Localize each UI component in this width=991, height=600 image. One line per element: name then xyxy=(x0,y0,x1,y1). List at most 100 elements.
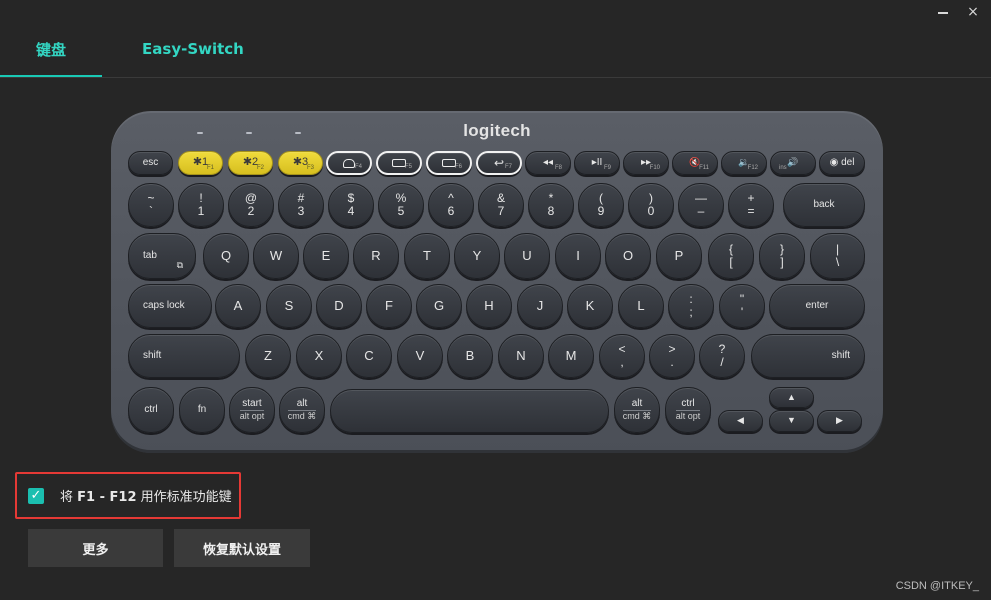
key-t[interactable]: T xyxy=(404,233,450,279)
key-space[interactable] xyxy=(330,389,609,433)
key-f8[interactable]: ◂◂ F8 xyxy=(525,151,571,175)
key-tilde[interactable]: ~ ` xyxy=(128,183,174,227)
key-v[interactable]: V xyxy=(397,334,443,378)
key-backslash[interactable]: | \ xyxy=(810,233,865,279)
key-f4[interactable]: F4 xyxy=(326,151,372,175)
key-period[interactable]: >. xyxy=(649,334,695,378)
key-shift-label: shift xyxy=(143,349,162,361)
fkeys-option-label[interactable]: 将 F1 - F12 用作标准功能键 xyxy=(60,486,232,505)
key-f9[interactable]: ▸II F9 xyxy=(574,151,620,175)
key-j[interactable]: J xyxy=(517,284,563,328)
key-semicolon[interactable]: :; xyxy=(668,284,714,328)
key-arrow-up[interactable]: ▲ xyxy=(769,387,814,408)
key-7[interactable]: & 7 xyxy=(478,183,524,227)
key-arrow-left[interactable]: ◀ xyxy=(718,410,763,432)
key-esc[interactable]: esc xyxy=(128,151,173,175)
key-b[interactable]: B xyxy=(447,334,493,378)
key-l[interactable]: L xyxy=(618,284,664,328)
key-w[interactable]: W xyxy=(253,233,299,279)
key-alt-left[interactable]: alt cmd ⌘ xyxy=(279,387,325,433)
key-g[interactable]: G xyxy=(416,284,462,328)
key-f[interactable]: F xyxy=(366,284,412,328)
key-o[interactable]: O xyxy=(605,233,651,279)
fkeys-checkbox[interactable]: ✓ xyxy=(28,487,44,504)
key-n[interactable]: N xyxy=(498,334,544,378)
key-fn[interactable]: fn xyxy=(179,387,225,433)
key-alt-sub: cmd ⌘ xyxy=(287,410,317,422)
key-ctrl-right[interactable]: ctrl alt opt xyxy=(665,387,711,433)
key-down: 7 xyxy=(497,204,505,218)
key-comma[interactable]: <, xyxy=(599,334,645,378)
key-f7[interactable]: ↩ F7 xyxy=(476,151,522,175)
key-r[interactable]: R xyxy=(353,233,399,279)
key-bracket-right[interactable]: }] xyxy=(759,233,805,279)
key-s[interactable]: S xyxy=(266,284,312,328)
key-bt3[interactable]: ✱3 F3 xyxy=(278,151,323,175)
key-caps-lock[interactable]: caps lock xyxy=(128,284,212,328)
key-down: 1 xyxy=(197,204,205,218)
key-letter: W xyxy=(269,248,283,264)
key-alt-right[interactable]: alt cmd ⌘ xyxy=(614,387,660,433)
key-y[interactable]: Y xyxy=(454,233,500,279)
key-z[interactable]: Z xyxy=(245,334,291,378)
key-equals[interactable]: + = xyxy=(728,183,774,227)
key-ins[interactable]: 🔊 ins xyxy=(770,151,816,175)
minimize-icon[interactable] xyxy=(935,4,951,20)
key-back[interactable]: back xyxy=(783,183,865,227)
key-x[interactable]: X xyxy=(296,334,342,378)
tab-bar: 键盘 Easy-Switch xyxy=(0,20,284,78)
key-letter: K xyxy=(585,298,595,314)
key-f6[interactable]: F6 xyxy=(426,151,472,175)
key-c[interactable]: C xyxy=(346,334,392,378)
key-h[interactable]: H xyxy=(466,284,512,328)
key-u[interactable]: U xyxy=(504,233,550,279)
key-shift-right[interactable]: shift xyxy=(751,334,865,378)
key-0[interactable]: ) 0 xyxy=(628,183,674,227)
key-e[interactable]: E xyxy=(303,233,349,279)
key-f12[interactable]: 🔉 F12 xyxy=(721,151,767,175)
key-enter[interactable]: enter xyxy=(769,284,865,328)
key-6[interactable]: ^ 6 xyxy=(428,183,474,227)
key-p[interactable]: P xyxy=(656,233,702,279)
key-minus[interactable]: — – xyxy=(678,183,724,227)
key-4[interactable]: $4 xyxy=(328,183,374,227)
key-2[interactable]: @2 xyxy=(228,183,274,227)
key-8[interactable]: * 8 xyxy=(528,183,574,227)
key-tab[interactable]: tab ⧉ xyxy=(128,233,196,279)
close-icon[interactable]: × xyxy=(965,4,981,20)
key-9[interactable]: (9 xyxy=(578,183,624,227)
key-ctrl-left[interactable]: ctrl xyxy=(128,387,174,433)
key-del[interactable]: ◉ del xyxy=(819,151,865,175)
reset-defaults-button[interactable]: 恢复默认设置 xyxy=(174,529,310,567)
key-a[interactable]: A xyxy=(215,284,261,328)
key-letter: M xyxy=(565,348,577,364)
key-shift-left[interactable]: shift xyxy=(128,334,240,378)
key-slash[interactable]: ? / xyxy=(699,334,745,378)
key-m[interactable]: M xyxy=(548,334,594,378)
tab-easy-switch[interactable]: Easy-Switch xyxy=(102,20,284,78)
key-arrow-right[interactable]: ▶ xyxy=(817,410,862,432)
key-fn-label: fn xyxy=(197,403,207,415)
tab-keyboard[interactable]: 键盘 xyxy=(0,20,103,78)
key-bt1[interactable]: ✱1 F1 xyxy=(178,151,223,175)
key-quote[interactable]: " ' xyxy=(719,284,765,328)
key-f10[interactable]: ▸▸ F10 xyxy=(623,151,669,175)
key-5[interactable]: % 5 xyxy=(378,183,424,227)
key-1[interactable]: ! 1 xyxy=(178,183,224,227)
key-q[interactable]: Q xyxy=(203,233,249,279)
key-letter: R xyxy=(371,248,381,264)
key-d[interactable]: D xyxy=(316,284,362,328)
fkeys-label-suffix: 用作标准功能键 xyxy=(140,490,232,505)
key-i[interactable]: I xyxy=(555,233,601,279)
key-down: 9 xyxy=(597,204,605,218)
back-icon: ↩ xyxy=(493,155,505,170)
key-bt2[interactable]: ✱2 F2 xyxy=(228,151,273,175)
key-f11[interactable]: 🔇 F11 xyxy=(672,151,718,175)
key-k[interactable]: K xyxy=(567,284,613,328)
more-button[interactable]: 更多 xyxy=(28,529,163,567)
key-bracket-left[interactable]: {[ xyxy=(708,233,754,279)
key-arrow-down[interactable]: ▼ xyxy=(769,410,814,432)
key-3[interactable]: #3 xyxy=(278,183,324,227)
key-start[interactable]: start alt opt xyxy=(229,387,275,433)
key-f5[interactable]: F5 xyxy=(376,151,422,175)
